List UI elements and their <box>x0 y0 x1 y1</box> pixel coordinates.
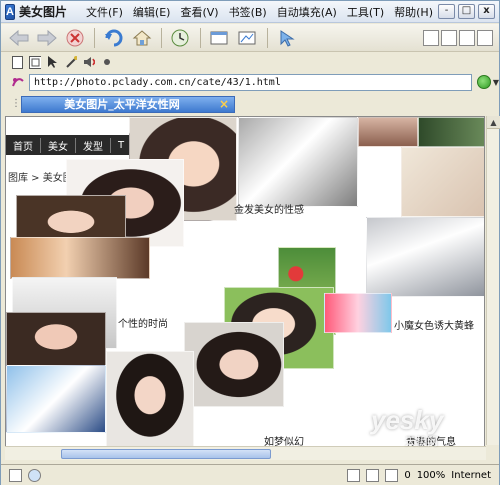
address-bar: http://photo.pclady.com.cn/cate/43/1.htm… <box>1 72 499 92</box>
toolbar-right-group <box>423 29 493 46</box>
mute-icon[interactable] <box>83 55 95 69</box>
frame-page-icon[interactable] <box>29 55 41 69</box>
blocked-counter: 0 <box>404 469 411 481</box>
photo-thumbnail[interactable] <box>358 117 418 147</box>
pointer-select-icon[interactable] <box>47 55 59 69</box>
toolbar-separator <box>267 27 268 48</box>
maximize-button[interactable]: □ <box>458 4 475 19</box>
photo-caption[interactable]: 小魔女色诱大黄蜂 <box>394 317 474 332</box>
zoom-level[interactable]: 100% <box>417 470 446 481</box>
home-button[interactable] <box>130 27 154 49</box>
page-favicon-icon <box>11 75 25 89</box>
status-bar: 0 100% Internet <box>1 464 499 485</box>
browser-app-icon: A <box>5 3 15 20</box>
photo-thumbnail[interactable] <box>6 365 106 433</box>
menu-bar: 文件(F) 编辑(E) 查看(V) 书签(B) 自动填充(A) 工具(T) 帮助… <box>81 2 438 22</box>
photo-caption[interactable]: 金发美女的性感 <box>234 201 304 216</box>
status-right-group: 0 100% Internet <box>347 468 491 482</box>
refresh-icon <box>105 29 123 46</box>
watermark-subtitle: 天极网 <box>405 435 438 448</box>
scrollbar-thumb[interactable] <box>61 449 271 459</box>
tab-close-icon[interactable]: × <box>218 97 230 111</box>
popup-blocker-icon[interactable] <box>385 468 399 482</box>
record-dot-icon[interactable] <box>101 55 113 69</box>
forward-arrow-icon <box>37 29 57 46</box>
menu-help[interactable]: 帮助(H) <box>389 2 438 22</box>
url-input[interactable]: http://photo.pclady.com.cn/cate/43/1.htm… <box>29 73 472 91</box>
image-toggle-icon <box>238 31 256 44</box>
sidebar-toggle-icon[interactable] <box>9 468 22 482</box>
magic-wand-icon[interactable] <box>65 55 77 69</box>
photo-thumbnail[interactable] <box>366 217 484 297</box>
photo-thumbnail[interactable] <box>324 293 392 333</box>
go-dropdown-icon[interactable]: ▼ <box>493 78 499 87</box>
image-toggle-button[interactable] <box>236 27 260 49</box>
browser-window: A 美女图片_太... 文件(F) 编辑(E) 查看(V) 书签(B) 自动填充… <box>0 0 500 485</box>
stop-icon <box>66 29 84 46</box>
download-icon[interactable] <box>366 468 380 482</box>
toolbar-separator <box>161 27 162 48</box>
title-bar: A 美女图片_太... 文件(F) 编辑(E) 查看(V) 书签(B) 自动填充… <box>1 1 499 23</box>
forward-button[interactable] <box>35 27 59 49</box>
window-list-button[interactable] <box>208 27 232 49</box>
window-controls: - □ x <box>438 4 495 19</box>
home-icon <box>132 29 152 45</box>
toolbar-separator <box>200 27 201 48</box>
menu-bookmarks[interactable]: 书签(B) <box>224 2 272 22</box>
network-icon <box>347 468 361 482</box>
photo-thumbnail[interactable] <box>106 351 194 449</box>
tab-bar: ⋮ 美女图片_太平洋女性网 × <box>1 94 499 114</box>
site-navigation: 首页 美女 发型 T <box>6 135 146 155</box>
back-arrow-icon <box>9 29 29 46</box>
tab-title: 美女图片_太平洋女性网 <box>64 98 180 111</box>
site-nav-home[interactable]: 首页 <box>6 137 41 153</box>
site-nav-hairstyle[interactable]: 发型 <box>76 137 111 153</box>
cursor-tool-button[interactable] <box>275 27 299 49</box>
photo-thumbnail[interactable] <box>401 147 484 217</box>
menu-tools[interactable]: 工具(T) <box>342 2 389 22</box>
tab-grip-icon: ⋮ <box>11 98 21 109</box>
scroll-up-arrow-icon[interactable]: ▲ <box>487 116 500 129</box>
security-zone: Internet <box>451 469 491 481</box>
menu-autofill[interactable]: 自动填充(A) <box>272 2 342 22</box>
pointer-arrow-icon <box>280 29 295 47</box>
breadcrumb: 图库 > 美女图 <box>8 173 73 184</box>
photo-thumbnail[interactable] <box>6 312 106 367</box>
vertical-scrollbar[interactable]: ▲ <box>486 116 500 445</box>
blank-page-icon[interactable] <box>11 55 23 69</box>
globe-icon <box>28 468 41 482</box>
site-nav-beauty[interactable]: 美女 <box>41 137 76 153</box>
menu-file[interactable]: 文件(F) <box>81 2 128 22</box>
window-list-icon <box>210 31 228 44</box>
refresh-button[interactable] <box>102 27 126 49</box>
tile-windows-icon[interactable] <box>459 29 475 46</box>
photo-thumbnail[interactable] <box>418 117 484 147</box>
tile-grid-icon[interactable] <box>477 29 493 46</box>
history-button[interactable] <box>169 27 193 49</box>
menu-view[interactable]: 查看(V) <box>175 2 223 22</box>
secondary-toolbar <box>1 53 499 71</box>
watermark-logo: yesky <box>371 405 444 435</box>
stop-button[interactable] <box>63 27 87 49</box>
photo-caption[interactable]: 个性的时尚 <box>118 315 168 330</box>
navigation-toolbar <box>1 24 499 52</box>
history-clock-icon <box>171 29 189 46</box>
go-button-icon[interactable] <box>476 75 491 89</box>
photo-thumbnail[interactable] <box>10 237 150 279</box>
photo-thumbnail[interactable] <box>238 117 358 207</box>
window-title: 美女图片_太... <box>18 5 67 19</box>
menu-edit[interactable]: 编辑(E) <box>128 2 176 22</box>
photo-thumbnail[interactable] <box>184 322 284 407</box>
tab-active[interactable]: 美女图片_太平洋女性网 × <box>21 95 235 113</box>
photo-thumbnail[interactable] <box>16 195 126 240</box>
back-button[interactable] <box>7 27 31 49</box>
close-button[interactable]: x <box>478 4 495 19</box>
new-page-icon[interactable] <box>423 29 439 46</box>
minimize-button[interactable]: - <box>438 4 455 19</box>
toolbar-separator <box>94 27 95 48</box>
cascade-windows-icon[interactable] <box>441 29 457 46</box>
